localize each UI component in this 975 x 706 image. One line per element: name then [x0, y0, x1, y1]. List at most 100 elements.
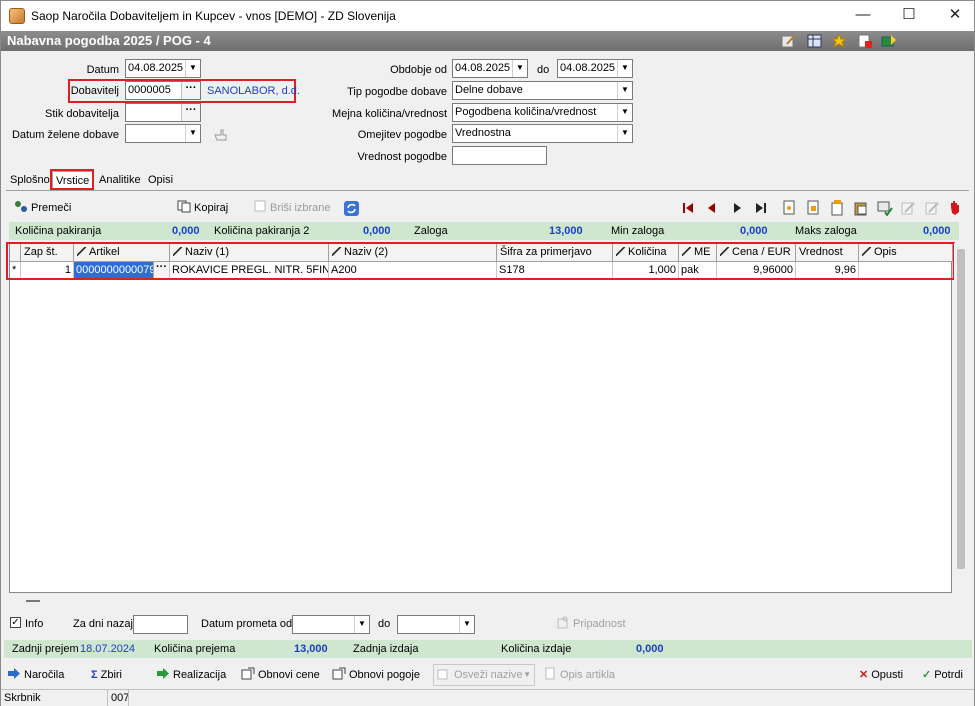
- osvezi-nazive-button[interactable]: Osveži nazive ▼: [433, 664, 535, 686]
- brisi-izbrane-button[interactable]: Briši izbrane: [253, 199, 331, 217]
- stik-field[interactable]: ···: [125, 103, 201, 122]
- za-dni-field[interactable]: [133, 615, 188, 634]
- status-code: 007: [111, 692, 130, 704]
- pripadnost-button[interactable]: Pripadnost: [556, 615, 626, 633]
- table-view-icon[interactable]: [807, 34, 823, 48]
- chevron-down-icon[interactable]: ▼: [523, 665, 531, 685]
- edit-icon[interactable]: [901, 200, 915, 216]
- obnovi-pogoje-label: Obnovi pogoje: [349, 669, 420, 681]
- insert-document-icon[interactable]: [830, 200, 844, 216]
- vrednost-pogodbe-field[interactable]: [452, 146, 547, 165]
- last-record-icon[interactable]: [754, 201, 768, 215]
- potrdi-label: Potrdi: [934, 669, 963, 681]
- lines-grid[interactable]: Zap št. Artikel Naziv (1) Naziv (2) Šifr…: [9, 243, 953, 602]
- za-dni-label: Za dni nazaj: [73, 618, 133, 630]
- omejitev-select[interactable]: Vrednostna ▼: [452, 124, 633, 143]
- kolicina-pakiranja-label: Količina pakiranja: [15, 225, 102, 237]
- pripadnost-label: Pripadnost: [573, 618, 626, 630]
- edit-note-icon[interactable]: [781, 34, 797, 48]
- stop-hand-icon[interactable]: [949, 200, 961, 216]
- maks-zaloga-label: Maks zaloga: [795, 225, 857, 237]
- omejitev-label: Omejitev pogodbe: [357, 129, 447, 141]
- previous-record-icon[interactable]: [705, 201, 719, 215]
- chevron-down-icon[interactable]: ▼: [617, 104, 632, 121]
- chevron-down-icon[interactable]: ▼: [459, 616, 474, 633]
- obdobje-do-value: 04.08.2025: [560, 62, 616, 74]
- stik-label: Stik dobavitelja: [45, 108, 119, 120]
- chevron-down-icon[interactable]: ▼: [185, 60, 200, 77]
- opusti-button[interactable]: ✕ Opusti: [859, 664, 903, 686]
- min-zaloga-label: Min zaloga: [611, 225, 665, 237]
- kopiraj-label: Kopiraj: [194, 202, 229, 214]
- obdobje-do-label: do: [537, 64, 550, 76]
- edit-disabled-icon[interactable]: [925, 200, 939, 216]
- minimize-button[interactable]: —: [840, 5, 886, 27]
- application-window: Saop Naročila Dobaviteljem in Kupcev - v…: [0, 0, 975, 706]
- refresh-icon[interactable]: [344, 201, 359, 216]
- mejna-select[interactable]: Pogodbena količina/vrednost ▼: [452, 103, 633, 122]
- realizacija-label: Realizacija: [173, 669, 227, 681]
- hand-pointer-icon[interactable]: [213, 127, 229, 141]
- premeci-button[interactable]: Premeči: [14, 199, 71, 217]
- zaloga-label: Zaloga: [414, 225, 448, 237]
- premeci-label: Premeči: [31, 202, 72, 214]
- favorite-star-icon[interactable]: [831, 34, 847, 48]
- mejna-label: Mejna količina/vrednost: [332, 108, 447, 120]
- app-icon: [9, 8, 25, 24]
- paste-document-icon[interactable]: [854, 200, 868, 216]
- refresh-conditions-icon: [332, 667, 346, 680]
- kopiraj-button[interactable]: Kopiraj: [177, 199, 228, 217]
- obnovi-cene-button[interactable]: Obnovi cene: [241, 664, 320, 686]
- document-header: Nabavna pogodba 2025 / POG - 4: [1, 31, 974, 51]
- zbiri-button[interactable]: Σ Zbiri: [91, 664, 122, 686]
- info-checkbox[interactable]: ✓: [10, 617, 21, 628]
- title-bar: Saop Naročila Dobaviteljem in Kupcev - v…: [1, 1, 974, 31]
- copy-document-icon[interactable]: [806, 200, 820, 216]
- checkmark-icon: ✓: [922, 669, 932, 681]
- arrow-right-icon: [8, 668, 20, 679]
- close-button[interactable]: ✕: [932, 5, 975, 27]
- maximize-button[interactable]: ☐: [886, 5, 932, 27]
- scrollbar-thumb[interactable]: [957, 249, 965, 569]
- realizacija-button[interactable]: Realizacija: [156, 664, 226, 686]
- obnovi-pogoje-button[interactable]: Obnovi pogoje: [332, 664, 420, 686]
- narocila-button[interactable]: Naročila: [7, 664, 64, 686]
- browse-dots-icon[interactable]: ···: [181, 104, 200, 121]
- tab-analitike[interactable]: Analitike: [96, 171, 144, 191]
- obdobje-do-field[interactable]: 04.08.2025 ▼: [557, 59, 633, 78]
- chevron-down-icon[interactable]: ▼: [617, 125, 632, 142]
- tip-pogodbe-label: Tip pogodbe dobave: [347, 86, 447, 98]
- document-delete-icon[interactable]: [857, 34, 873, 48]
- narocila-label: Naročila: [24, 669, 65, 681]
- chevron-down-icon[interactable]: ▼: [512, 60, 527, 77]
- datum-prometa-do-field[interactable]: ▼: [397, 615, 475, 634]
- browse-dots-icon[interactable]: ···: [181, 82, 200, 99]
- opis-artikla-button[interactable]: Opis artikla: [543, 664, 615, 686]
- tab-splosno[interactable]: Splošno: [7, 171, 53, 191]
- chevron-down-icon[interactable]: ▼: [617, 60, 632, 77]
- chevron-down-icon[interactable]: ▼: [354, 616, 369, 633]
- new-document-icon[interactable]: [782, 200, 796, 216]
- datum-prometa-od-field[interactable]: ▼: [292, 615, 370, 634]
- dobavitelj-field[interactable]: 0000005 ···: [125, 81, 201, 100]
- kolicina-pakiranja-value: 0,000: [172, 225, 200, 237]
- first-record-icon[interactable]: [681, 201, 695, 215]
- dobavitelj-name[interactable]: SANOLABOR, d.d.: [207, 85, 300, 97]
- splitter-handle[interactable]: [26, 600, 40, 602]
- tab-opisi[interactable]: Opisi: [145, 171, 176, 191]
- grid-check-icon[interactable]: [877, 200, 893, 216]
- next-record-icon[interactable]: [730, 201, 744, 215]
- export-icon[interactable]: [881, 34, 897, 48]
- grid-scrollbar[interactable]: [954, 243, 968, 593]
- dobavitelj-value: 0000005: [128, 84, 171, 96]
- zelena-dobava-field[interactable]: ▼: [125, 124, 201, 143]
- kolicina-izdaje-value: 0,000: [636, 643, 664, 655]
- potrdi-button[interactable]: ✓ Potrdi: [922, 664, 963, 686]
- chevron-down-icon[interactable]: ▼: [185, 125, 200, 142]
- tip-pogodbe-select[interactable]: Delne dobave ▼: [452, 81, 633, 100]
- obdobje-od-field[interactable]: 04.08.2025 ▼: [452, 59, 528, 78]
- kolicina-pakiranja2-label: Količina pakiranja 2: [214, 225, 310, 237]
- datum-field[interactable]: 04.08.2025 ▼: [125, 59, 201, 78]
- chevron-down-icon[interactable]: ▼: [617, 82, 632, 99]
- maks-zaloga-value: 0,000: [923, 225, 951, 237]
